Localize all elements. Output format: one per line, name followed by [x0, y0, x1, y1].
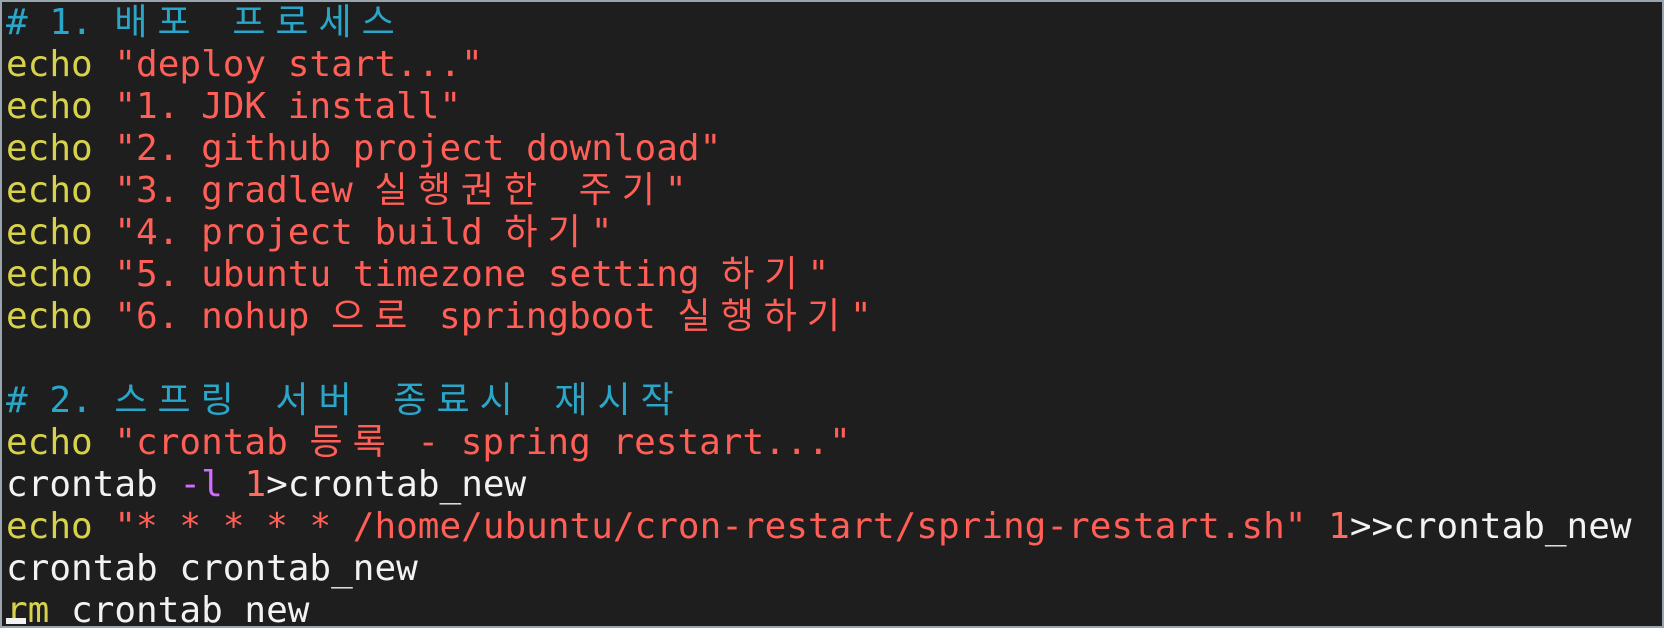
- code-line: echo "* * * * * /home/ubuntu/cron-restar…: [6, 506, 1662, 548]
- code-line: echo "crontab 등록 - spring restart...": [6, 422, 1662, 464]
- code-token: >>crontab_new: [1349, 506, 1632, 547]
- code-token: "5. ubuntu timezone setting: [114, 254, 722, 295]
- code-token: echo: [6, 86, 115, 127]
- code-token: 으로: [331, 296, 418, 337]
- code-line: echo "3. gradlew 실행권한 주기": [6, 170, 1662, 212]
- code-line: rm crontab_new: [6, 590, 1662, 628]
- code-token: echo: [6, 506, 115, 547]
- code-token: 배포 프로세스: [114, 2, 405, 43]
- code-line: echo "6. nohup 으로 springboot 실행하기": [6, 296, 1662, 338]
- code-line: # 1. 배포 프로세스: [6, 2, 1662, 44]
- code-token: # 1.: [6, 2, 115, 43]
- code-line: echo "2. github project download": [6, 128, 1662, 170]
- code-token: echo: [6, 212, 115, 253]
- code-token: "4. project build: [114, 212, 505, 253]
- code-token: "2. github project download": [114, 128, 722, 169]
- code-token: -l: [179, 464, 223, 505]
- terminal-window: # 1. 배포 프로세스 echo "deploy start..." echo "…: [0, 0, 1664, 628]
- code-token: 등록: [309, 422, 396, 463]
- code-token: 스프링 서버 종료시 재시작: [114, 380, 684, 421]
- code-line: echo "4. project build 하기": [6, 212, 1662, 254]
- code-token: "1. JDK install": [114, 86, 462, 127]
- code-token: "crontab: [114, 422, 310, 463]
- code-line: crontab crontab_new: [6, 548, 1662, 590]
- code-token: ": [807, 254, 830, 295]
- code-token: 하기: [721, 254, 808, 295]
- code-token: - spring restart...": [395, 422, 851, 463]
- code-token: "* * * * * /home/ubuntu/cron-restart/spr…: [114, 506, 1307, 547]
- code-line: echo "5. ubuntu timezone setting 하기": [6, 254, 1662, 296]
- code-token: "3. gradlew: [114, 170, 375, 211]
- code-token: echo: [6, 128, 115, 169]
- code-line: # 2. 스프링 서버 종료시 재시작: [6, 380, 1662, 422]
- code-token: crontab: [6, 464, 180, 505]
- code-token: echo: [6, 254, 115, 295]
- code-token: springboot: [417, 296, 678, 337]
- code-token: "deploy start...": [114, 44, 483, 85]
- code-token: # 2.: [6, 380, 115, 421]
- code-token: >crontab_new: [266, 464, 527, 505]
- code-line: echo "1. JDK install": [6, 86, 1662, 128]
- code-token: crontab_new: [49, 590, 310, 628]
- code-token: echo: [6, 422, 115, 463]
- code-token: echo: [6, 170, 115, 211]
- code-token: 실행권한 주기: [374, 170, 665, 211]
- code-line: crontab -l 1>crontab_new: [6, 464, 1662, 506]
- code-token: 1: [1328, 506, 1350, 547]
- code-token: 1: [244, 464, 267, 505]
- code-token: ": [849, 296, 872, 337]
- code-token: 하기: [504, 212, 591, 253]
- code-token: crontab crontab_new: [6, 548, 418, 589]
- code-editor[interactable]: # 1. 배포 프로세스 echo "deploy start..." echo "…: [6, 2, 1662, 628]
- code-token: echo: [6, 44, 115, 85]
- code-token: ": [590, 212, 613, 253]
- code-token: "6. nohup: [114, 296, 332, 337]
- code-token: echo: [6, 296, 115, 337]
- code-token: 실행하기: [677, 296, 850, 337]
- text-cursor: [6, 618, 26, 624]
- code-line: echo "deploy start...": [6, 44, 1662, 86]
- code-token: ": [664, 170, 687, 211]
